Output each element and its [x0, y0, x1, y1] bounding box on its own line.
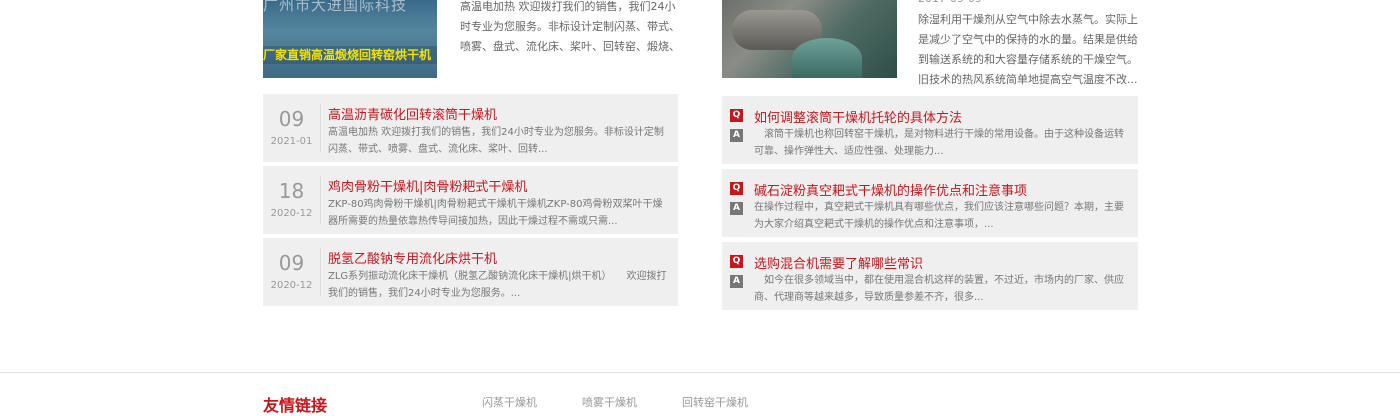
news-date: 18 2020-12	[263, 166, 320, 234]
news-summary: ZKP-80鸡肉骨粉干燥机|肉骨粉耙式干燥机干燥机ZKP-80鸡骨粉双桨叶干燥器…	[328, 199, 663, 227]
faq-answer: 如今在很多领域当中，都在使用混合机这样的装置，不过近，市场内的厂家、供应商、代理…	[754, 275, 1124, 303]
divider	[320, 176, 321, 224]
divider	[320, 104, 321, 152]
question-badge-icon: Q	[730, 109, 743, 122]
friend-link[interactable]: 闪蒸干燥机	[482, 394, 537, 410]
news-day: 09	[278, 251, 305, 275]
top-left-summary-block: 高温电加热 欢迎拨打我们的销售，我们24小时专业为您服务。非标设计定制闪蒸、带式…	[460, 0, 682, 60]
top-right-summary: 除湿利用干燥剂从空气中除去水蒸气。实际上是减少了空气中的保持的水的量。结果是供给…	[918, 13, 1138, 86]
news-item[interactable]: 09 2021-01 高温沥青碳化回转滚筒干燥机 高温电加热 欢迎拨打我们的销售…	[263, 94, 678, 162]
news-summary: ZLG系列振动流化床干燥机（脱氢乙酸钠流化床干燥机|烘干机） 欢迎拨打我们的销售…	[328, 271, 667, 299]
image-overlay-caption: 厂家直销高温煅烧回转窑烘干机	[263, 46, 437, 64]
friend-link[interactable]: 回转窑干燥机	[682, 394, 748, 410]
faq-item[interactable]: Q A 如何调整滚筒干燥机托轮的具体方法 滚筒干燥机也称回转窑干燥机，是对物料进…	[722, 96, 1138, 164]
answer-badge-icon: A	[730, 129, 743, 142]
faq-item[interactable]: Q A 选购混合机需要了解哪些常识 如今在很多领域当中，都在使用混合机这样的装置…	[722, 242, 1138, 310]
news-year-month: 2020-12	[270, 208, 313, 219]
divider	[320, 248, 321, 296]
news-title-link[interactable]: 鸡肉骨粉干燥机|肉骨粉耙式干燥机	[328, 176, 527, 195]
news-year-month: 2021-01	[270, 136, 313, 147]
top-left-product-image[interactable]: 广州市大进国际科技 厂家直销高温煅烧回转窑烘干机	[263, 0, 437, 78]
friend-link[interactable]: 喷雾干燥机	[582, 394, 637, 410]
news-day: 18	[278, 179, 305, 203]
answer-badge-icon: A	[730, 275, 743, 288]
question-badge-icon: Q	[730, 255, 743, 268]
news-item[interactable]: 09 2020-12 脱氢乙酸钠专用流化床烘干机 ZLG系列振动流化床干燥机（脱…	[263, 238, 678, 306]
faq-answer: 在操作过程中，真空耙式干燥机具有哪些优点，我们应该注意哪些问题？本期，主要为大家…	[754, 202, 1124, 230]
top-left-summary: 高温电加热 欢迎拨打我们的销售，我们24小时专业为您服务。非标设计定制闪蒸、带式…	[460, 0, 680, 53]
answer-badge-icon: A	[730, 202, 743, 215]
news-year-month: 2020-12	[270, 280, 313, 291]
news-title-link[interactable]: 高温沥青碳化回转滚筒干燥机	[328, 104, 497, 123]
news-item[interactable]: 18 2020-12 鸡肉骨粉干燥机|肉骨粉耙式干燥机 ZKP-80鸡肉骨粉干燥…	[263, 166, 678, 234]
footer-divider	[0, 372, 1400, 373]
faq-item[interactable]: Q A 碱石淀粉真空耙式干燥机的操作优点和注意事项 在操作过程中，真空耙式干燥机…	[722, 169, 1138, 237]
news-title-link[interactable]: 脱氢乙酸钠专用流化床烘干机	[328, 248, 497, 267]
news-date: 09 2020-12	[263, 238, 320, 306]
image-overlay-text: 广州市大进国际科技	[263, 0, 408, 14]
faq-title-link[interactable]: 如何调整滚筒干燥机托轮的具体方法	[754, 107, 962, 126]
top-right-article-image[interactable]	[722, 0, 897, 78]
faq-answer: 滚筒干燥机也称回转窑干燥机，是对物料进行干燥的常用设备。由于这种设备运转可靠、操…	[754, 129, 1124, 157]
fan-illustration	[792, 38, 862, 78]
question-badge-icon: Q	[730, 182, 743, 195]
faq-title-link[interactable]: 选购混合机需要了解哪些常识	[754, 253, 923, 272]
news-day: 09	[278, 107, 305, 131]
faq-title-link[interactable]: 碱石淀粉真空耙式干燥机的操作优点和注意事项	[754, 180, 1027, 199]
news-date: 09 2021-01	[263, 94, 320, 162]
friend-links-heading: 友情链接	[263, 396, 328, 415]
top-right-date: 2017-09-09	[918, 0, 982, 5]
news-summary: 高温电加热 欢迎拨打我们的销售，我们24小时专业为您服务。非标设计定制闪蒸、带式…	[328, 127, 664, 155]
